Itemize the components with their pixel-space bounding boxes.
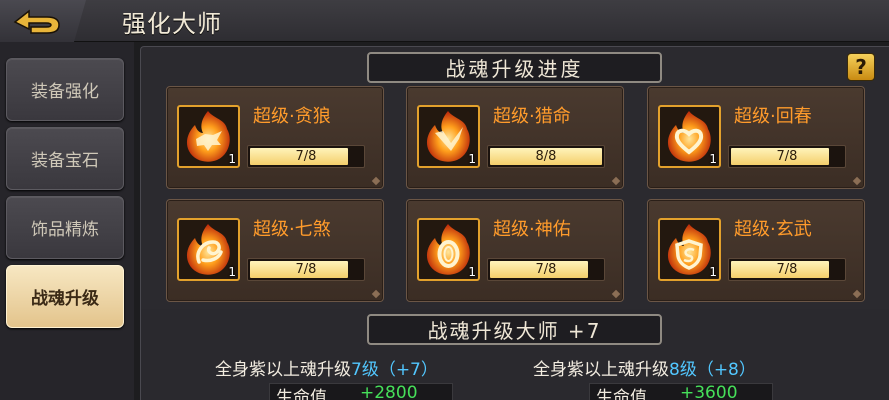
bonus-level: 8级（+8）	[669, 360, 756, 380]
soul-progress-bar: 7/8	[487, 258, 605, 281]
page-title: 强化大师	[122, 10, 222, 38]
stat-row-next: 生命值 +3600	[589, 383, 773, 400]
master-section: 战魂升级大师 +7 全身紫以上魂升级7级（+7） 生命值 +2800 全身紫以上…	[141, 309, 889, 400]
soul-card-xuanwu[interactable]: 1 超级·玄武 7/8	[647, 199, 865, 302]
sidebar-item-equip-enhance[interactable]: 装备强化	[6, 58, 124, 121]
soul-name: 超级·玄武	[734, 219, 812, 240]
soul-progress-bar: 7/8	[728, 145, 846, 168]
bonus-current: 全身紫以上魂升级7级（+7）	[215, 355, 438, 380]
soul-progress-text: 7/8	[776, 149, 798, 164]
soul-progress-text: 7/8	[295, 149, 317, 164]
master-section-title-text: 战魂升级大师 +7	[427, 319, 602, 343]
stat-value: +3600	[680, 383, 738, 400]
return-arrow-icon	[13, 9, 60, 34]
soul-card-tanlang[interactable]: 1 超级·贪狼 7/8	[166, 86, 384, 189]
bonus-next: 全身紫以上魂升级8级（+8）	[533, 355, 756, 380]
soul-progress-bar: 7/8	[247, 258, 365, 281]
soul-progress-text: 7/8	[776, 262, 798, 277]
master-section-title: 战魂升级大师 +7	[367, 314, 662, 345]
soul-icon-frame: 1	[177, 218, 240, 281]
sidebar-item-equip-gem[interactable]: 装备宝石	[6, 127, 124, 190]
card-corner-ornament	[852, 176, 862, 186]
soul-progress-bar: 8/8	[487, 145, 605, 168]
soul-icon-frame: 1	[658, 218, 721, 281]
soul-level: 1	[228, 152, 236, 166]
soul-progress-bar: 7/8	[728, 258, 846, 281]
soul-level: 1	[468, 265, 476, 279]
soul-name: 超级·猎命	[493, 106, 571, 127]
card-corner-ornament	[611, 289, 621, 299]
sidebar-item-label: 装备宝石	[31, 151, 99, 171]
question-icon: ?	[855, 55, 867, 79]
soul-name: 超级·七煞	[253, 219, 331, 240]
soul-level: 1	[709, 265, 717, 279]
soul-progress-text: 7/8	[295, 262, 317, 277]
stat-name: 生命值	[276, 388, 327, 400]
soul-icon-frame: 1	[417, 218, 480, 281]
soul-card-shenyou[interactable]: 1 超级·神佑 7/8	[406, 199, 624, 302]
card-corner-ornament	[852, 289, 862, 299]
top-bar: 强化大师	[0, 0, 889, 42]
stat-row-current: 生命值 +2800	[269, 383, 453, 400]
card-corner-ornament	[611, 176, 621, 186]
soul-level: 1	[228, 265, 236, 279]
soul-name: 超级·贪狼	[253, 106, 331, 127]
soul-progress-text: 8/8	[535, 149, 557, 164]
progress-section-title: 战魂升级进度	[367, 52, 662, 83]
sidebar-item-label: 装备强化	[31, 82, 99, 102]
soul-icon-frame: 1	[417, 105, 480, 168]
sidebar-item-accessory-refine[interactable]: 饰品精炼	[6, 196, 124, 259]
stat-value: +2800	[360, 383, 418, 400]
soul-progress-bar: 7/8	[247, 145, 365, 168]
sidebar-item-label: 饰品精炼	[31, 220, 99, 240]
soul-icon-frame: 1	[177, 105, 240, 168]
progress-section-title-text: 战魂升级进度	[445, 57, 584, 81]
soul-card-lieming[interactable]: 1 超级·猎命 8/8	[406, 86, 624, 189]
bonus-condition: 全身紫以上魂升级	[215, 360, 351, 380]
stat-name: 生命值	[596, 388, 647, 400]
soul-level: 1	[468, 152, 476, 166]
sidebar-item-label: 战魂升级	[31, 289, 99, 309]
card-corner-ornament	[371, 289, 381, 299]
soul-card-qisha[interactable]: 1 超级·七煞 7/8	[166, 199, 384, 302]
help-button[interactable]: ?	[847, 53, 875, 81]
sidebar-item-soul-upgrade[interactable]: 战魂升级	[6, 265, 124, 328]
sidebar: 装备强化 装备宝石 饰品精炼 战魂升级	[0, 42, 134, 400]
soul-level: 1	[709, 152, 717, 166]
bonus-level: 7级（+7）	[351, 360, 438, 380]
soul-name: 超级·回春	[734, 106, 812, 127]
soul-name: 超级·神佑	[493, 219, 571, 240]
soul-progress-text: 7/8	[535, 262, 557, 277]
main-panel: 战魂升级进度 ? 1 超级·贪狼 7/8 1 超级·猎命 8/8 1 超级·回春…	[140, 46, 889, 400]
back-button[interactable]	[0, 0, 86, 42]
soul-icon-frame: 1	[658, 105, 721, 168]
card-corner-ornament	[371, 176, 381, 186]
soul-card-huichun[interactable]: 1 超级·回春 7/8	[647, 86, 865, 189]
bonus-condition: 全身紫以上魂升级	[533, 360, 669, 380]
